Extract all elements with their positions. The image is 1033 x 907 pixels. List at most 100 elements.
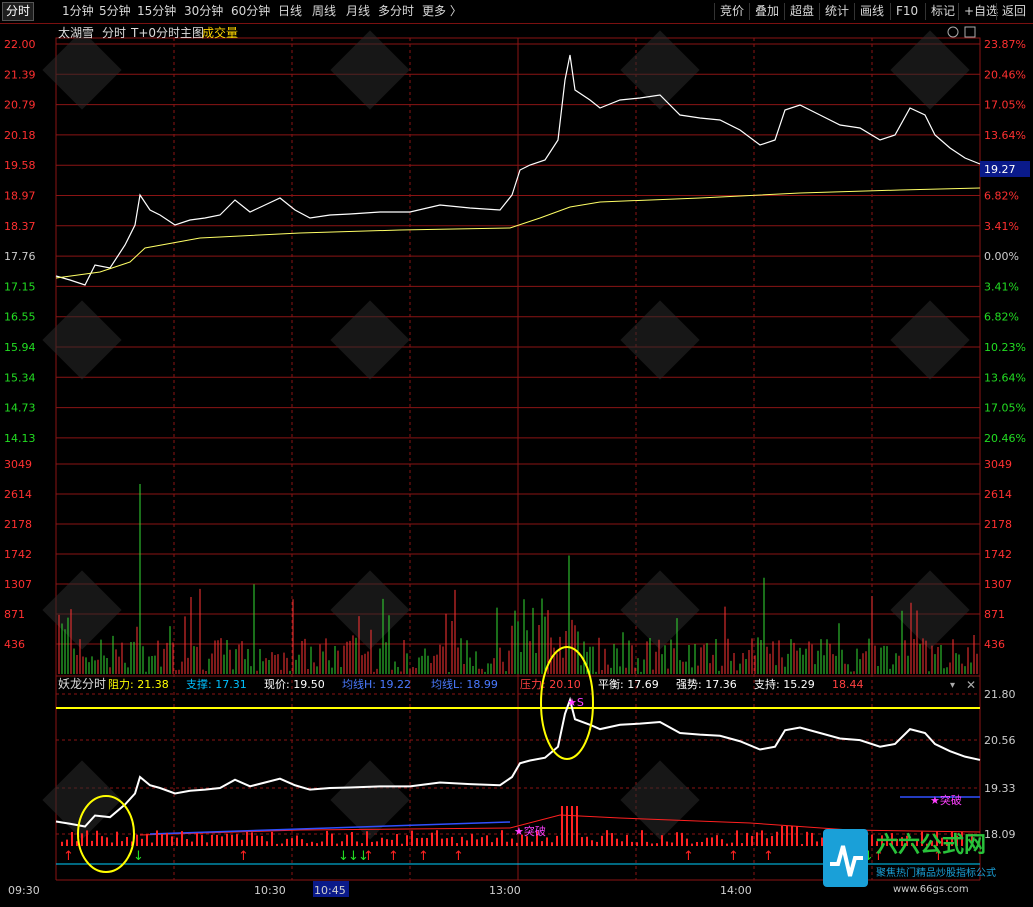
close-icon: ✕ [966,678,976,692]
pct-tick-label: 13.64% [984,129,1026,142]
watermark-diamond [42,30,122,110]
pct-tick-label: 17.05% [984,99,1026,112]
mark-button[interactable]: 标记 [925,3,955,20]
indicator-name: 妖龙分时 [58,677,106,691]
vol-tick-label-right: 436 [984,638,1005,651]
up-arrow-icon: ↑ [388,849,399,864]
indicator-value: 阻力: 21.38 [108,678,169,691]
volume-label: 成交量 [202,25,238,40]
chevron-down-icon: ▾ [950,680,955,691]
price-tick-label: 20.18 [4,129,36,142]
tab-60min[interactable]: 60分钟 [231,3,270,20]
vol-tick-label: 1742 [4,548,32,561]
auction-button[interactable]: 竞价 [714,3,744,20]
sell-tag: ★S [567,696,584,709]
watermark-diamond [330,30,410,110]
watermark-diamond [620,300,700,380]
timeshare-chart[interactable]: 22.00 23.87% 21.39 20.46% 20.79 17.05% 20.18 13… [0,24,1033,904]
price-tick-label: 18.97 [4,190,36,203]
price-tick-label: 15.94 [4,341,36,354]
tab-monthly[interactable]: 月线 [346,3,370,20]
current-price-value: 19.27 [984,163,1016,176]
time-tick-label: 13:00 [489,884,521,897]
tab-more[interactable]: 更多 〉 [422,3,462,20]
watermark-diamond [42,760,122,840]
vol-tick-label-right: 2614 [984,488,1012,501]
back-button[interactable]: 返回 [996,3,1026,20]
vol-tick-label: 436 [4,638,25,651]
f10-button[interactable]: F10 [890,3,918,20]
watermark-diamond [42,570,122,650]
vol-tick-label-right: 871 [984,608,1005,621]
mode-label: 分时 [102,26,126,40]
up-arrow-icon: ↑ [728,849,739,864]
price-tick-label: 17.76 [4,250,36,263]
tab-1min[interactable]: 1分钟 [62,3,94,20]
watermark-diamond [890,30,970,110]
vol-tick-label-right: 2178 [984,518,1012,531]
vol-tick-label: 871 [4,608,25,621]
vol-tick-label-right: 3049 [984,458,1012,471]
price-tick-label: 22.00 [4,38,36,51]
indicator-value: 支持: 15.29 [754,677,815,691]
tab-weekly[interactable]: 周线 [312,3,336,20]
up-arrow-icon: ↑ [683,849,694,864]
price-tick-label: 14.73 [4,402,36,415]
tab-30min[interactable]: 30分钟 [184,3,223,20]
watermark-diamond [620,570,700,650]
watermark-url: www.66gs.com [893,884,969,895]
overlay-button[interactable]: 叠加 [749,3,779,20]
stats-button[interactable]: 统计 [819,3,849,20]
stock-name: 太湖雪 [58,25,94,40]
indicator-value: 均线H: 19.22 [342,677,411,691]
tab-5min[interactable]: 5分钟 [99,3,131,20]
price-tick-label: 17.15 [4,280,36,293]
period-toolbar: 分时 1分钟 5分钟 15分钟 30分钟 60分钟 日线 周线 月线 多分时 更… [0,0,1033,24]
pct-tick-label: 13.64% [984,371,1026,384]
indicator-value: 压力: 20.10 [520,678,581,691]
maximize-icon [964,26,976,38]
indicator-value: 支撑: 17.31 [186,677,247,691]
vol-tick-label-right: 1742 [984,548,1012,561]
price-tick-label: 16.55 [4,311,36,324]
down-arrow-icon: ↓ [133,849,144,864]
watermark-diamond [42,300,122,380]
up-arrow-icon: ↑ [238,849,249,864]
draw-line-button[interactable]: 画线 [854,3,884,20]
watermark-diamond [620,30,700,110]
tab-15min[interactable]: 15分钟 [137,3,176,20]
ind-tick-label: 20.56 [984,734,1016,747]
vol-tick-label: 1307 [4,578,32,591]
watermark-diamond [890,300,970,380]
price-tick-label: 21.39 [4,68,36,81]
up-arrow-icon: ↑ [363,849,374,864]
breakout-tag: ★突破 [514,824,546,838]
watermark-diamond [620,760,700,840]
pct-tick-label: 10.23% [984,341,1026,354]
up-arrow-icon: ↑ [453,849,464,864]
price-tick-label: 19.58 [4,159,36,172]
pct-tick-label: 0.00% [984,250,1019,263]
watermark-logo: 六六公式网 聚焦热门精品炒股指标公式 www.66gs.com [818,824,1033,904]
vol-tick-label: 2614 [4,488,32,501]
add-watchlist-button[interactable]: +自选 [958,3,998,20]
time-tick-label: 14:00 [720,884,752,897]
indicator-value: 现价: 19.50 [264,678,325,691]
tab-daily[interactable]: 日线 [278,3,302,20]
pct-tick-label: 20.46% [984,68,1026,81]
pct-tick-label: 17.05% [984,402,1026,415]
tab-timeshare[interactable]: 分时 [2,2,35,21]
pct-tick-label: 3.41% [984,220,1019,233]
ind-tick-label: 21.80 [984,688,1016,701]
pct-tick-label: 6.82% [984,311,1019,324]
pct-tick-label: 6.82% [984,190,1019,203]
price-tick-label: 14.13 [4,432,36,445]
t0-label: T+0分时主图 [130,26,204,40]
watermark-diamond [330,300,410,380]
time-tick-label: 09:30 [8,884,40,897]
price-tick-label: 18.37 [4,220,36,233]
super-button[interactable]: 超盘 [784,3,814,20]
indicator-value: 均线L: 18.99 [431,677,498,691]
time-tick-label: 10:30 [254,884,286,897]
tab-multi-timeshare[interactable]: 多分时 [378,3,414,20]
